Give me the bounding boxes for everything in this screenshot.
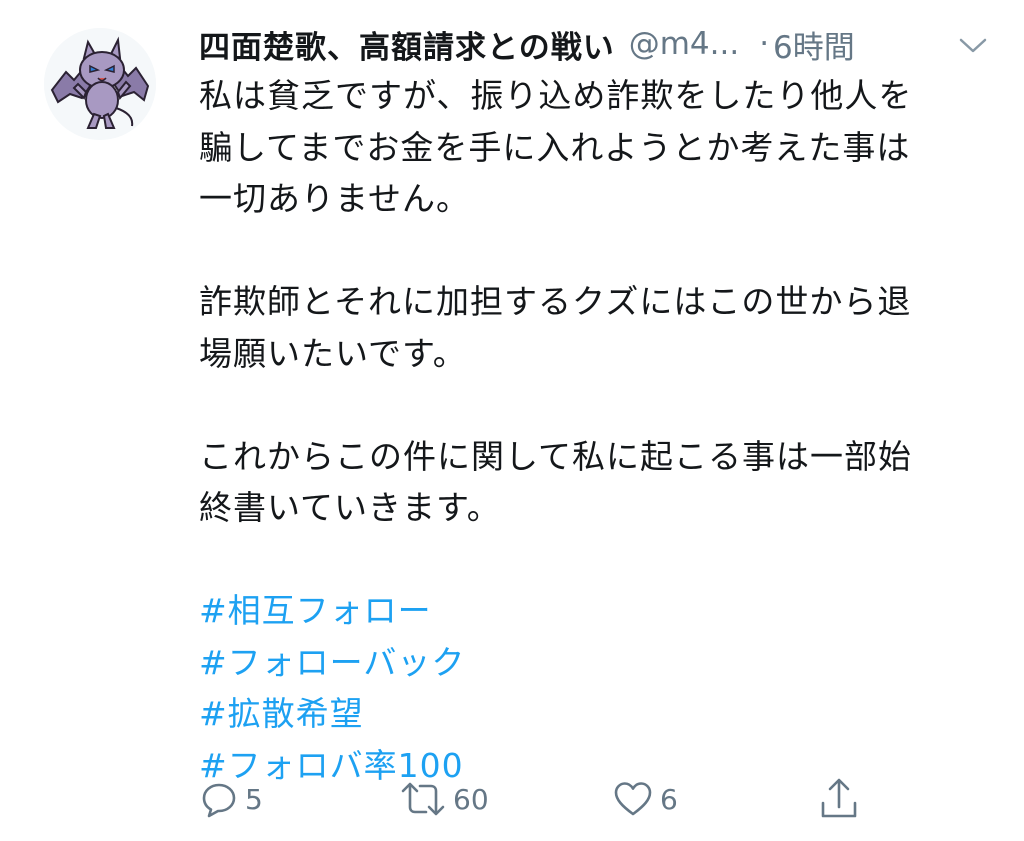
reply-count: 5 bbox=[245, 782, 263, 816]
user-handle[interactable]: @m4... bbox=[629, 26, 739, 62]
separator-dot: · bbox=[759, 26, 770, 62]
reply-button[interactable]: 5 bbox=[199, 774, 263, 824]
tweet-line: 騙してまでお金を手に入れようとか考えた事は bbox=[199, 127, 911, 167]
tweet-line: これからこの件に関して私に起こる事は一部始 bbox=[199, 436, 913, 476]
hashtag-link[interactable]: #フォローバック bbox=[199, 637, 989, 689]
display-name[interactable]: 四面楚歌、高額請求との戦い bbox=[199, 22, 615, 67]
like-button[interactable]: 6 bbox=[612, 774, 678, 824]
retweet-button[interactable]: 60 bbox=[399, 774, 489, 824]
heart-icon bbox=[612, 779, 654, 819]
tweet-header: 四面楚歌、高額請求との戦い @m4... · 6時間 bbox=[199, 20, 999, 68]
share-icon bbox=[819, 777, 859, 821]
tweet-line: 私は貧乏ですが、振り込め詐欺をしたり他人を bbox=[199, 76, 913, 115]
tweet-text: 私は貧乏ですが、振り込め詐欺をしたり他人を 騙してまでお金を手に入れようとか考え… bbox=[199, 70, 989, 791]
chevron-down-icon[interactable] bbox=[958, 36, 988, 56]
retweet-icon bbox=[399, 779, 447, 819]
reply-icon bbox=[199, 779, 239, 819]
tweet-line: 一切ありません。 bbox=[199, 179, 471, 218]
tweet-line: 終書いていきます。 bbox=[199, 488, 501, 527]
hashtag-link[interactable]: #拡散希望 bbox=[199, 688, 989, 740]
like-count: 6 bbox=[660, 782, 678, 816]
tweet-actions: 5 60 6 bbox=[199, 774, 879, 824]
hashtag-link[interactable]: #相互フォロー bbox=[199, 585, 989, 637]
avatar[interactable] bbox=[44, 28, 156, 140]
tweet-line: 場願いたいです。 bbox=[199, 333, 467, 373]
timestamp[interactable]: 6時間 bbox=[773, 22, 855, 67]
bat-creature-avatar-image bbox=[44, 28, 156, 140]
share-button[interactable] bbox=[819, 774, 859, 824]
retweet-count: 60 bbox=[453, 782, 489, 816]
tweet-line: 詐欺師とそれに加担するクズにはこの世から退 bbox=[199, 282, 912, 321]
